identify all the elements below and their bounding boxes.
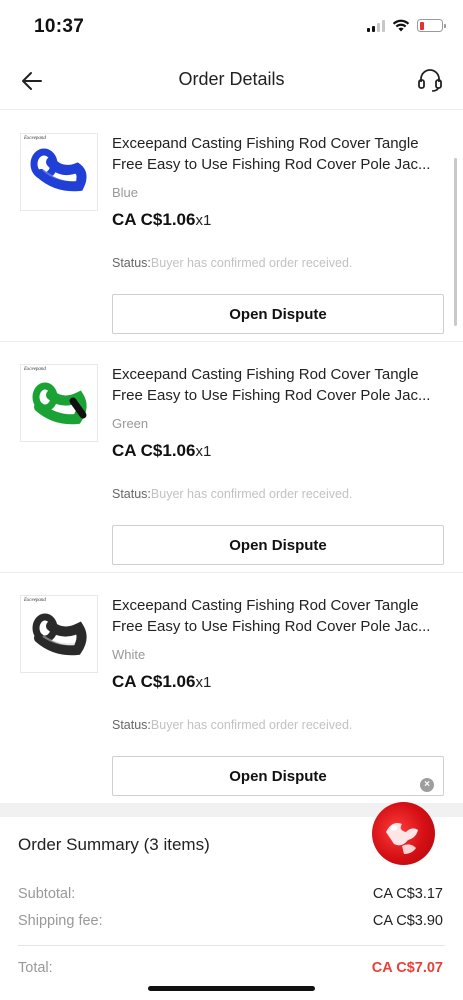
product-title[interactable]: Exceepand Casting Fishing Rod Cover Tang… <box>112 133 442 175</box>
product-variant: Blue <box>112 185 139 200</box>
product-quantity: x1 <box>195 674 212 691</box>
shipping-label: Shipping fee: <box>18 913 103 929</box>
product-quantity: x1 <box>195 443 212 460</box>
status-bar: 10:37 <box>0 0 463 52</box>
product-thumbnail-brand: Exceepand <box>24 598 46 603</box>
shipping-row: Shipping fee: CA C$3.90 <box>18 913 443 929</box>
nav-header: Order Details <box>0 52 463 110</box>
order-item[interactable]: Exceepand Exceepand Casting Fishing Rod … <box>0 573 463 803</box>
wifi-icon <box>392 19 410 32</box>
status-label: Status: <box>112 487 151 501</box>
status-time: 10:37 <box>34 16 85 37</box>
status-value: Buyer has confirmed order received. <box>150 256 353 270</box>
status-value: Buyer has confirmed order received. <box>150 487 353 501</box>
order-status: Status:Buyer has confirmed order receive… <box>112 718 352 732</box>
product-thumbnail[interactable]: Exceepand <box>20 595 98 673</box>
product-quantity: x1 <box>195 212 212 229</box>
cellular-signal-icon <box>367 19 385 32</box>
summary-separator <box>18 945 445 946</box>
order-status: Status:Buyer has confirmed order receive… <box>112 256 352 270</box>
page-title: Order Details <box>178 69 285 89</box>
product-title[interactable]: Exceepand Casting Fishing Rod Cover Tang… <box>112 595 442 637</box>
product-thumbnail-brand: Exceepand <box>24 367 46 372</box>
order-summary-title: Order Summary (3 items) <box>18 835 210 854</box>
rod-cover-image-icon <box>30 148 87 192</box>
total-row: Total: CA C$7.07 <box>18 960 443 976</box>
product-thumbnail-brand: Exceepand <box>24 136 46 141</box>
scrollbar[interactable] <box>454 158 457 326</box>
order-status: Status:Buyer has confirmed order receive… <box>112 487 352 501</box>
product-variant: White <box>112 647 146 662</box>
subtotal-row: Subtotal: CA C$3.17 <box>18 886 443 902</box>
total-label: Total: <box>18 960 53 976</box>
product-price-row: CA C$1.06x1 <box>112 210 211 230</box>
rod-cover-image-icon <box>32 382 87 425</box>
product-variant: Green <box>112 416 149 431</box>
status-label: Status: <box>112 256 151 270</box>
product-price: CA C$1.06 <box>112 210 196 229</box>
product-thumbnail[interactable]: Exceepand <box>20 133 98 211</box>
rod-cover-image-icon <box>32 613 87 656</box>
battery-icon <box>417 19 446 32</box>
open-dispute-button[interactable]: Open Dispute <box>112 525 444 565</box>
order-item[interactable]: Exceepand Exceepand Casting Fishing Rod … <box>0 342 463 573</box>
promo-bubble-icon <box>386 823 418 854</box>
open-dispute-button[interactable]: Open Dispute <box>112 294 444 334</box>
subtotal-value: CA C$3.17 <box>372 886 443 902</box>
product-title[interactable]: Exceepand Casting Fishing Rod Cover Tang… <box>112 364 442 406</box>
status-label: Status: <box>112 718 151 732</box>
floating-promo-button[interactable] <box>372 802 435 865</box>
customer-service-button[interactable] <box>415 65 445 95</box>
subtotal-label: Subtotal: <box>18 886 76 902</box>
shipping-value: CA C$3.90 <box>372 913 443 929</box>
headset-icon <box>418 69 442 92</box>
close-icon[interactable]: × <box>420 778 434 792</box>
status-value: Buyer has confirmed order received. <box>150 718 353 732</box>
product-price: CA C$1.06 <box>112 441 196 460</box>
product-thumbnail[interactable]: Exceepand <box>20 364 98 442</box>
total-value: CA C$7.07 <box>371 960 443 976</box>
order-item[interactable]: Exceepand Exceepand Casting Fishing Rod … <box>0 111 463 342</box>
product-price: CA C$1.06 <box>112 672 196 691</box>
product-price-row: CA C$1.06x1 <box>112 441 211 461</box>
product-price-row: CA C$1.06x1 <box>112 672 211 692</box>
open-dispute-button[interactable]: Open Dispute <box>112 756 444 796</box>
home-indicator <box>148 986 315 991</box>
status-icons <box>367 19 446 32</box>
order-items-list[interactable]: Exceepand Exceepand Casting Fishing Rod … <box>0 111 463 803</box>
